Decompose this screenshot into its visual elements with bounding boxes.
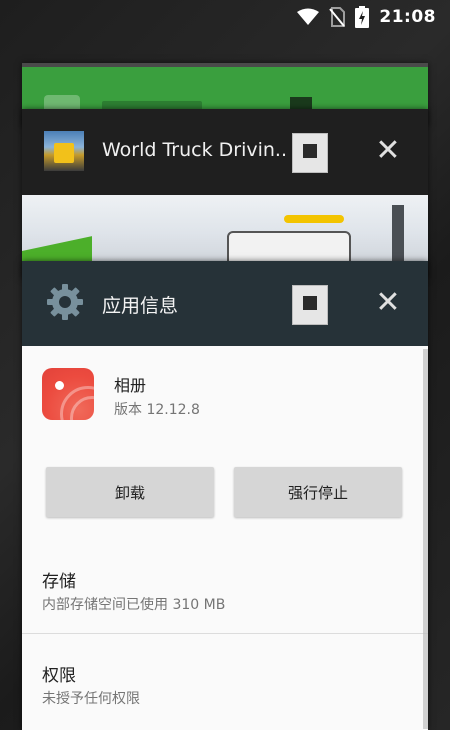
preview-exhaust [392, 205, 404, 265]
force-stop-button[interactable]: 强行停止 [234, 467, 402, 517]
app-name: 相册 [114, 376, 147, 395]
pin-icon [303, 296, 317, 310]
preview-truck-lights [284, 215, 344, 223]
scrollbar[interactable] [423, 349, 428, 729]
permissions-title: 权限 [42, 666, 76, 686]
uninstall-button[interactable]: 卸载 [46, 467, 214, 517]
pin-button-settings[interactable] [292, 285, 328, 325]
recent-app-card-truck[interactable]: World Truck Drivin.. ✕ [22, 109, 428, 279]
pin-button-truck[interactable] [292, 133, 328, 173]
divider [22, 633, 428, 634]
settings-card-title: 应用信息 [102, 295, 179, 317]
no-sim-icon [329, 7, 346, 27]
pin-icon [303, 144, 317, 158]
recent-app-card-settings[interactable]: 应用信息 ✕ 相册 版本 12.12.8 卸载 强行停止 存储 内部存储空间已使… [22, 261, 428, 730]
status-icons: 21:08 [297, 6, 436, 28]
truck-app-icon [44, 131, 84, 171]
settings-gear-icon [47, 284, 83, 320]
storage-title: 存储 [42, 572, 76, 592]
truck-card-title: World Truck Drivin.. [102, 139, 288, 161]
wifi-icon [297, 8, 320, 25]
settings-card-header: 应用信息 ✕ [22, 261, 428, 346]
status-bar: 21:08 [0, 0, 450, 36]
storage-summary: 内部存储空间已使用 310 MB [42, 597, 226, 613]
battery-charging-icon [355, 6, 370, 28]
status-time: 21:08 [379, 7, 436, 27]
truck-card-header: World Truck Drivin.. ✕ [22, 109, 428, 195]
permissions-summary: 未授予任何权限 [42, 691, 140, 707]
app-version: 版本 12.12.8 [114, 402, 200, 418]
close-button-settings[interactable]: ✕ [373, 288, 403, 318]
close-button-truck[interactable]: ✕ [373, 136, 403, 166]
gallery-app-icon [42, 368, 94, 420]
